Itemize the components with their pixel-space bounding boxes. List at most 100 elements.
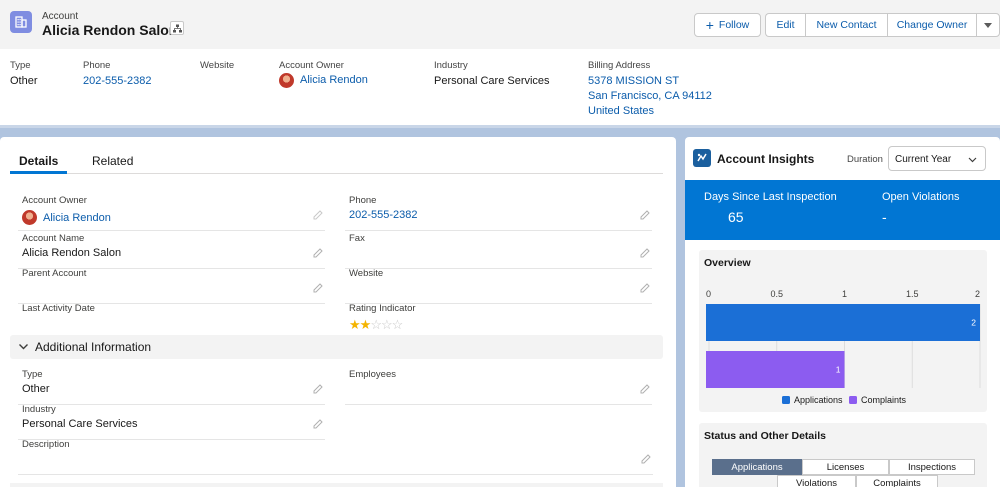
field-label: Type — [22, 369, 43, 380]
x-tick-label: 2 — [975, 289, 980, 299]
account-insights-card: Account Insights Duration Current Year D… — [685, 137, 1000, 487]
highlight-type-value: Other — [10, 75, 38, 87]
field-rating-indicator: Rating Indicator ★ ★ ☆ ☆ ☆ — [345, 303, 652, 339]
field-label: Last Activity Date — [22, 303, 95, 314]
field-account-name: Account Name Alicia Rendon Salon — [18, 233, 325, 269]
field-value: Alicia Rendon Salon — [22, 247, 122, 259]
more-actions-button[interactable] — [976, 13, 1000, 37]
status-title: Status and Other Details — [704, 430, 826, 442]
field-last-activity-date: Last Activity Date — [18, 303, 325, 339]
highlight-industry: Industry Personal Care Services — [434, 60, 550, 89]
tab-related[interactable]: Related — [92, 154, 133, 168]
highlight-phone: Phone 202-555-2382 — [83, 60, 152, 89]
pencil-icon[interactable] — [313, 384, 323, 394]
pencil-icon[interactable] — [641, 454, 651, 464]
star-icon: ☆ — [380, 317, 393, 332]
pencil-icon[interactable] — [640, 384, 650, 394]
highlight-phone-link[interactable]: 202-555-2382 — [83, 74, 152, 89]
x-tick-label: 0.5 — [770, 289, 783, 299]
tab-details[interactable]: Details — [19, 154, 58, 168]
field-employees: Employees — [345, 369, 652, 405]
duration-select[interactable]: Current Year — [888, 146, 986, 171]
edit-button[interactable]: Edit — [765, 13, 805, 37]
pencil-icon[interactable] — [313, 283, 323, 293]
follow-label: Follow — [718, 19, 750, 31]
highlight-billing-label: Billing Address — [588, 60, 651, 71]
field-label: Fax — [349, 233, 365, 244]
follow-button[interactable]: + Follow — [694, 13, 761, 37]
pencil-icon[interactable] — [640, 283, 650, 293]
pencil-icon[interactable] — [640, 210, 650, 220]
avatar — [279, 73, 294, 88]
status-tab-applications[interactable]: Applications — [712, 459, 802, 475]
highlight-type-label: Type — [10, 60, 31, 71]
pencil-icon[interactable] — [313, 419, 323, 429]
caret-down-icon — [984, 22, 992, 28]
field-label: Industry — [22, 404, 56, 415]
phone-link[interactable]: 202-555-2382 — [349, 209, 418, 221]
details-card: Details Related Account Owner Alicia Ren… — [0, 137, 676, 487]
field-type: Type Other — [18, 369, 325, 405]
highlight-website-label: Website — [200, 60, 235, 71]
field-account-owner: Account Owner Alicia Rendon — [18, 195, 325, 231]
field-label: Employees — [349, 369, 396, 380]
field-parent-account: Parent Account — [18, 268, 325, 304]
highlight-owner-row: Alicia Rendon — [279, 73, 368, 88]
legend-swatch — [782, 396, 790, 404]
change-owner-icon[interactable] — [313, 210, 323, 220]
field-label: Phone — [349, 195, 377, 206]
bar-data-label: 1 — [836, 365, 841, 375]
section-additional-information[interactable]: Additional Information — [10, 335, 663, 359]
status-tab-licenses[interactable]: Licenses — [802, 459, 889, 475]
bar-complaints — [706, 351, 845, 388]
field-label: Parent Account — [22, 268, 87, 279]
account-owner-link[interactable]: Alicia Rendon — [43, 212, 111, 224]
field-website: Website — [345, 268, 652, 304]
record-header-top: Account Alicia Rendon Salon + Follow Edi… — [0, 0, 1000, 49]
highlight-owner-link[interactable]: Alicia Rendon — [300, 73, 368, 88]
field-phone: Phone 202-555-2382 — [345, 195, 652, 231]
plus-icon: + — [705, 17, 714, 33]
x-tick-label: 0 — [706, 289, 711, 299]
account-icon — [10, 11, 32, 33]
legend-label: Applications — [794, 395, 843, 405]
pencil-icon[interactable] — [640, 248, 650, 258]
field-fax: Fax — [345, 233, 652, 269]
billing-line3: United States — [588, 105, 655, 117]
new-contact-button[interactable]: New Contact — [805, 13, 887, 37]
status-tab-complaints[interactable]: Complaints — [856, 475, 938, 487]
stat-label: Days Since Last Inspection — [704, 191, 837, 203]
record-header: Account Alicia Rendon Salon + Follow Edi… — [0, 0, 1000, 128]
avatar — [22, 210, 37, 225]
insights-icon — [693, 149, 711, 167]
field-value-row: Alicia Rendon — [22, 210, 111, 225]
change-owner-button[interactable]: Change Owner — [887, 13, 976, 37]
hierarchy-button[interactable] — [170, 21, 184, 35]
chevron-down-icon — [968, 157, 977, 163]
next-section-header — [10, 483, 663, 487]
stat-label: Open Violations — [882, 191, 960, 203]
object-type-label: Account — [42, 11, 79, 22]
stat-value: - — [882, 209, 887, 225]
star-icon: ★ — [359, 317, 372, 332]
star-icon: ★ — [349, 317, 361, 332]
highlight-industry-label: Industry — [434, 60, 468, 71]
status-tab-inspections[interactable]: Inspections — [889, 459, 975, 475]
action-button-group: Edit New Contact Change Owner — [765, 13, 1000, 37]
status-tab-violations[interactable]: Violations — [777, 475, 856, 487]
field-value: Personal Care Services — [22, 418, 138, 430]
highlight-owner-label: Account Owner — [279, 60, 344, 71]
star-icon: ☆ — [370, 317, 382, 332]
billing-line2: San Francisco, CA 94112 — [588, 90, 712, 102]
overview-title: Overview — [704, 257, 751, 269]
legend-swatch — [849, 396, 857, 404]
billing-address-link[interactable]: 5378 MISSION ST San Francisco, CA 94112 … — [588, 74, 712, 119]
field-value: Other — [22, 383, 50, 395]
active-tab-indicator — [10, 171, 67, 174]
record-tabs: Details Related — [10, 147, 663, 174]
duration-label: Duration — [847, 154, 883, 165]
pencil-icon[interactable] — [313, 248, 323, 258]
bar-data-label: 2 — [971, 318, 976, 328]
highlight-phone-label: Phone — [83, 60, 111, 71]
record-title: Alicia Rendon Salon — [42, 22, 178, 38]
